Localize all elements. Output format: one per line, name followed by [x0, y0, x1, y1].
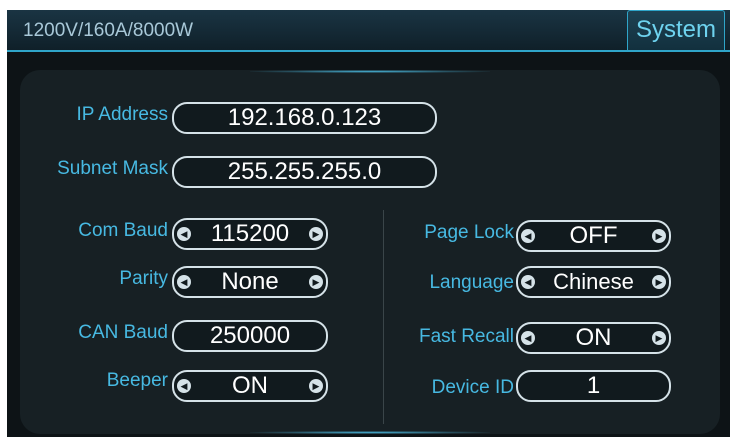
- subnet-mask-field[interactable]: 255.255.255.0: [172, 156, 437, 188]
- arrow-right-icon[interactable]: ▶: [652, 275, 666, 289]
- page-lock-label: Page Lock: [424, 222, 514, 243]
- com-baud-label: Com Baud: [78, 220, 168, 241]
- parity-label: Parity: [119, 268, 168, 289]
- device-screen: 1200V/160A/8000W System IP Address 192.1…: [7, 10, 730, 437]
- arrow-left-icon[interactable]: ◀: [177, 227, 191, 241]
- fast-recall-label: Fast Recall: [418, 326, 514, 347]
- arrow-right-icon[interactable]: ▶: [309, 275, 323, 289]
- column-divider: [383, 210, 384, 424]
- page-lock-selector[interactable]: ◀ OFF ▶: [516, 220, 671, 252]
- arrow-left-icon[interactable]: ◀: [521, 275, 535, 289]
- panel-bottom-glow: [250, 431, 490, 434]
- device-spec-label: 1200V/160A/8000W: [23, 20, 194, 41]
- can-baud-field[interactable]: 250000: [172, 320, 328, 352]
- subnet-mask-label: Subnet Mask: [57, 158, 168, 179]
- arrow-right-icon[interactable]: ▶: [652, 229, 666, 243]
- arrow-left-icon[interactable]: ◀: [521, 229, 535, 243]
- arrow-left-icon[interactable]: ◀: [177, 275, 191, 289]
- arrow-right-icon[interactable]: ▶: [652, 331, 666, 345]
- page-lock-value: OFF: [569, 222, 618, 249]
- settings-panel: IP Address 192.168.0.123 Subnet Mask 255…: [20, 70, 720, 434]
- ip-address-field[interactable]: 192.168.0.123: [172, 102, 437, 134]
- device-id-label: Device ID: [431, 377, 514, 398]
- arrow-left-icon[interactable]: ◀: [521, 331, 535, 345]
- language-selector[interactable]: ◀ Chinese ▶: [516, 266, 671, 298]
- parity-selector[interactable]: ◀ None ▶: [172, 266, 328, 298]
- beeper-selector[interactable]: ◀ ON ▶: [172, 370, 328, 402]
- fast-recall-selector[interactable]: ◀ ON ▶: [516, 322, 671, 354]
- tab-system[interactable]: System: [627, 10, 725, 50]
- parity-value: None: [221, 268, 279, 295]
- arrow-right-icon[interactable]: ▶: [309, 227, 323, 241]
- com-baud-selector[interactable]: ◀ 115200 ▶: [172, 218, 328, 250]
- panel-top-glow: [250, 70, 490, 73]
- fast-recall-value: ON: [575, 324, 612, 351]
- language-label: Language: [429, 272, 514, 293]
- arrow-right-icon[interactable]: ▶: [309, 379, 323, 393]
- ip-address-label: IP Address: [76, 104, 168, 125]
- beeper-label: Beeper: [106, 370, 168, 391]
- arrow-left-icon[interactable]: ◀: [177, 379, 191, 393]
- beeper-value: ON: [232, 372, 268, 399]
- header-bar: 1200V/160A/8000W System: [7, 10, 730, 50]
- com-baud-value: 115200: [210, 220, 290, 247]
- header-divider: [7, 50, 730, 52]
- language-value: Chinese: [553, 269, 634, 294]
- can-baud-label: CAN Baud: [78, 322, 168, 343]
- device-id-field[interactable]: 1: [516, 370, 671, 402]
